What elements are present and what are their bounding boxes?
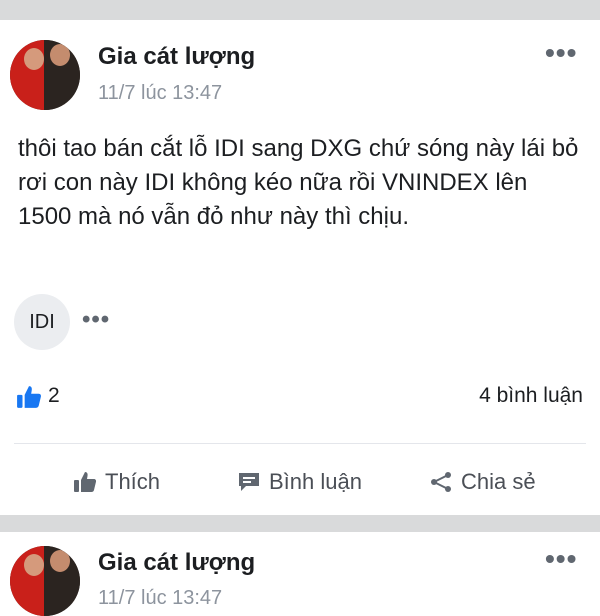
post-text: thôi tao bán cắt lỗ IDI sang DXG chứ són…: [18, 135, 579, 230]
share-button[interactable]: Chia sẻ: [429, 466, 536, 498]
tag-chip[interactable]: IDI: [14, 294, 70, 350]
like-count[interactable]: 2: [48, 384, 60, 408]
tag-more-button[interactable]: •••: [82, 306, 110, 334]
like-button-label: Thích: [105, 469, 161, 494]
divider: [14, 443, 586, 444]
comment-icon: [239, 473, 259, 491]
feed-separator: [0, 515, 600, 532]
thumbs-up-icon: [17, 386, 41, 408]
comment-button-label: Bình luận: [269, 469, 362, 494]
post-timestamp[interactable]: 11/7 lúc 13:47: [98, 82, 222, 105]
author-avatar[interactable]: [10, 546, 80, 616]
thumbs-up-icon: [74, 472, 97, 492]
share-icon: [431, 472, 451, 492]
feed-separator-top: [0, 0, 600, 20]
author-name[interactable]: Gia cát lượng: [98, 43, 255, 71]
author-avatar[interactable]: [10, 40, 80, 110]
comment-count[interactable]: 4 bình luận: [479, 384, 583, 408]
comment-button[interactable]: Bình luận: [237, 466, 362, 498]
post-timestamp[interactable]: 11/7 lúc 13:47: [98, 587, 222, 610]
share-button-label: Chia sẻ: [461, 469, 536, 494]
more-options-button[interactable]: •••: [545, 545, 577, 573]
like-button[interactable]: Thích: [73, 466, 160, 498]
author-name[interactable]: Gia cát lượng: [98, 549, 255, 577]
more-options-button[interactable]: •••: [545, 39, 577, 67]
